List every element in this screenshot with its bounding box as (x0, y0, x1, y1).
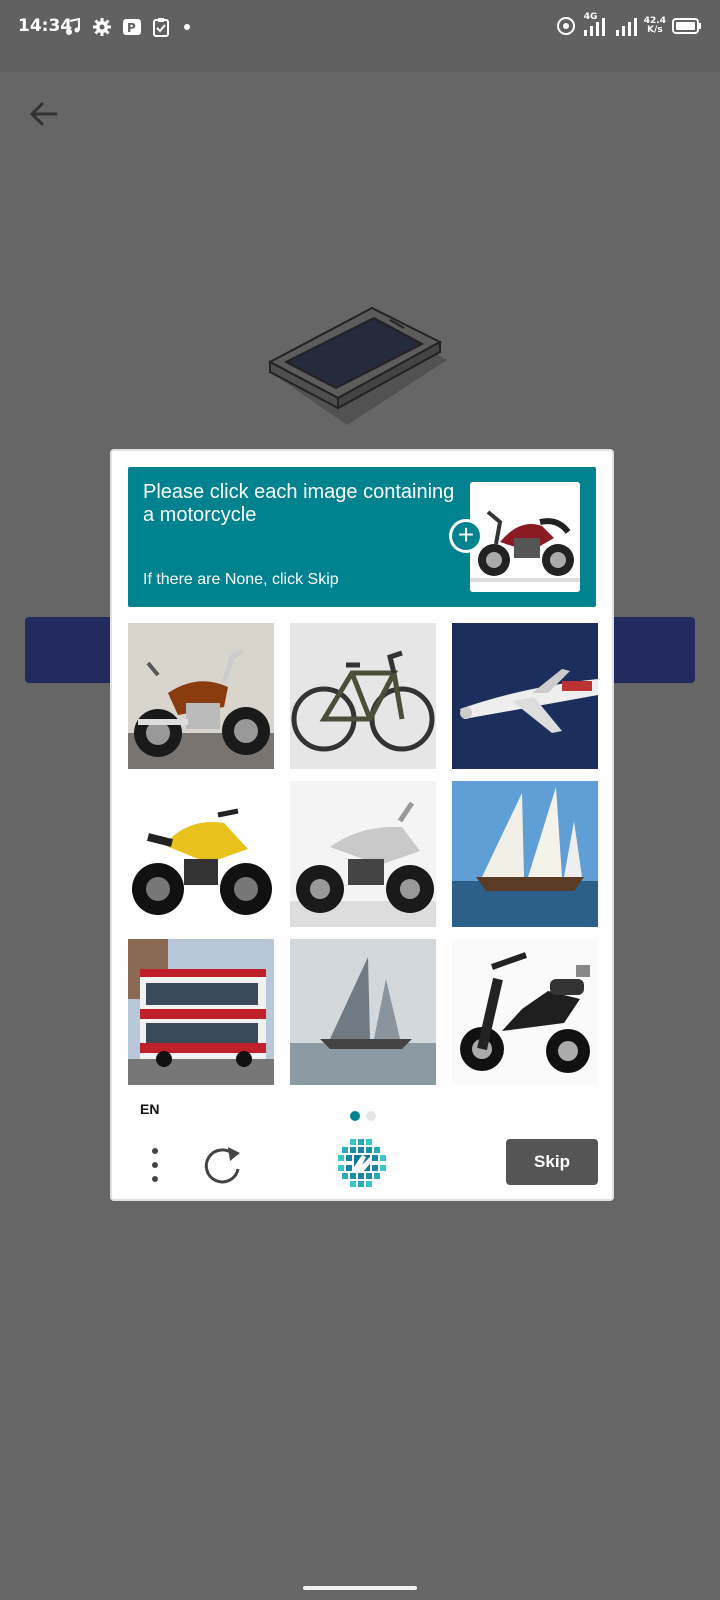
settings-gear-icon (93, 18, 111, 36)
page-dot-active (350, 1111, 360, 1121)
status-bar: 14:34 P 4G 42.4 K/s (0, 0, 720, 72)
language-selector[interactable]: EN (140, 1101, 159, 1117)
arrow-left-icon[interactable] (26, 96, 62, 132)
hcaptcha-logo-icon (338, 1139, 386, 1187)
prompt-banner: Please click each image containing a mot… (128, 467, 596, 607)
music-note-icon (66, 18, 80, 35)
image-tile-motorcycle-yellow[interactable] (128, 781, 274, 927)
refresh-icon[interactable] (200, 1143, 246, 1187)
more-vertical-icon[interactable] (140, 1143, 170, 1187)
skip-button[interactable]: Skip (506, 1139, 598, 1185)
hotspot-icon (556, 17, 575, 35)
network-speed: 42.4 K/s (643, 16, 666, 35)
parking-app-icon: P (123, 19, 141, 35)
dot-icon (184, 24, 190, 30)
home-indicator[interactable] (303, 1586, 417, 1590)
image-tile-airplane[interactable] (452, 623, 598, 769)
example-image[interactable] (470, 482, 580, 592)
image-tile-motorcycle-silver[interactable] (290, 781, 436, 927)
signal-icon (615, 18, 637, 36)
image-tile-scooter[interactable] (452, 939, 598, 1085)
clipboard-icon (153, 18, 169, 37)
image-tile-sailboat-grey[interactable] (290, 939, 436, 1085)
image-grid (128, 623, 598, 1093)
svg-text:P: P (127, 21, 136, 35)
plus-icon[interactable]: + (449, 519, 483, 553)
prompt-subtext: If there are None, click Skip (143, 571, 339, 588)
phone-illustration (267, 306, 447, 425)
battery-icon (672, 18, 701, 34)
image-tile-double-decker-bus[interactable] (128, 939, 274, 1085)
image-tile-sailboat[interactable] (452, 781, 598, 927)
image-tile-motorcycle-cruiser[interactable] (128, 623, 274, 769)
prompt-text: Please click each image containing a mot… (143, 481, 455, 526)
page-indicator (350, 1111, 376, 1121)
signal-icon (583, 18, 605, 36)
captcha-challenge: Please click each image containing a mot… (110, 449, 614, 1201)
page-dot (366, 1111, 376, 1121)
image-tile-bicycle[interactable] (290, 623, 436, 769)
